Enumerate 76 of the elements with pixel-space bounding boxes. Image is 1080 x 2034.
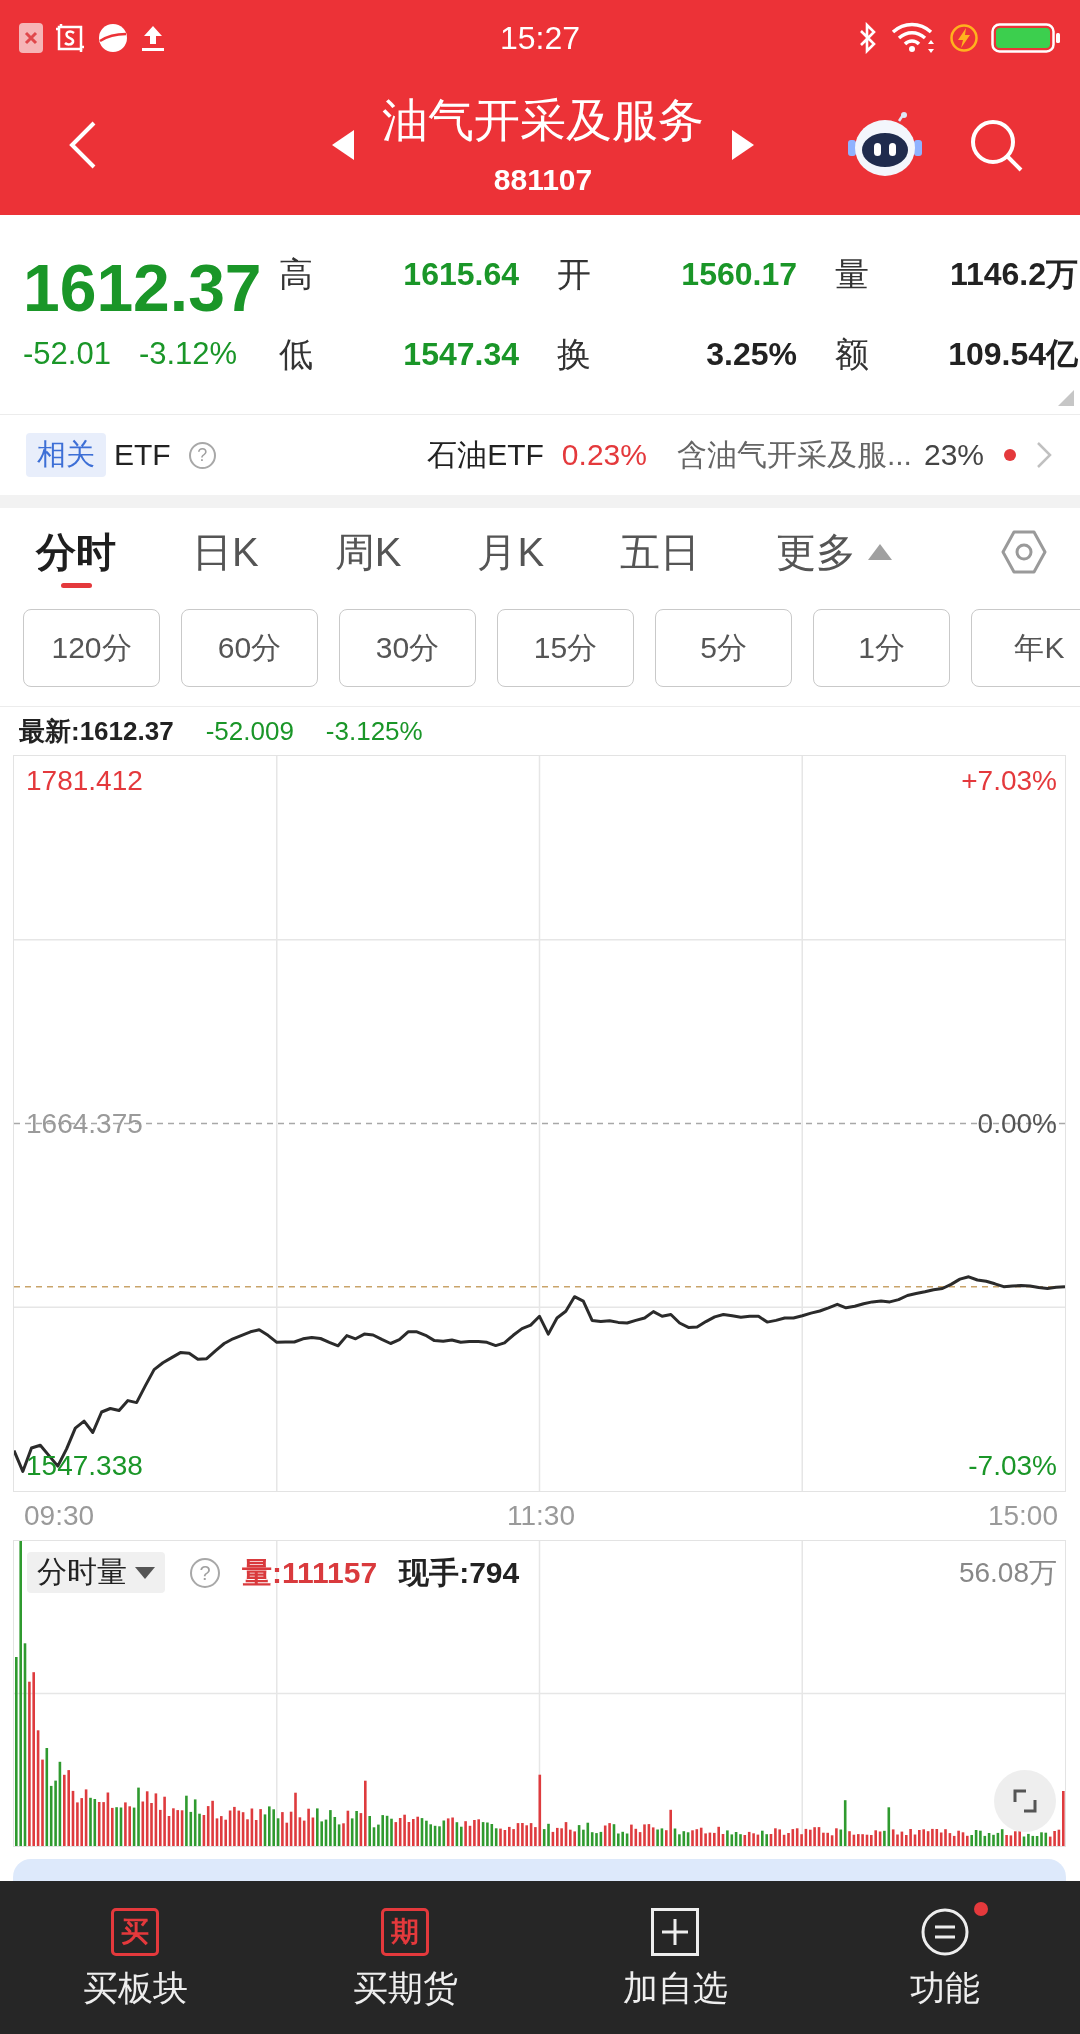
time-axis-label: 11:30 — [507, 1499, 575, 1533]
chart-tab[interactable]: 五日 — [620, 508, 701, 596]
plus-square-icon — [651, 1907, 699, 1956]
chart-tab[interactable]: 更多 — [776, 508, 893, 596]
price-change: -52.01 — [23, 335, 111, 373]
percent-axis-label: +7.03% — [961, 765, 1057, 797]
caret-up-icon — [868, 544, 893, 560]
stat-value: 3.25% — [706, 335, 797, 374]
holding-percent: 23% — [923, 437, 984, 473]
chart-tab[interactable]: 月K — [477, 508, 545, 596]
fund-change: 0.23% — [561, 437, 647, 473]
period-button[interactable]: 1分 — [813, 609, 950, 687]
fund-name[interactable]: 石油ETF — [427, 436, 544, 474]
volume-selector[interactable]: 分时量 — [27, 1552, 165, 1593]
period-button[interactable]: 5分 — [655, 609, 792, 687]
price-axis-label: 1664.375 — [26, 1107, 143, 1140]
stat-label: 换 — [557, 334, 591, 374]
stat-value: 109.54亿 — [948, 335, 1078, 374]
stat-value: 1560.17 — [681, 255, 797, 294]
period-button[interactable]: 年K — [971, 609, 1080, 687]
wifi-icon — [891, 21, 937, 54]
period-button[interactable]: 60分 — [181, 609, 318, 687]
notification-icon — [19, 22, 43, 53]
volume-value: 量:111157 — [242, 1554, 378, 1591]
percent-axis-label: -7.03% — [968, 1450, 1057, 1482]
bottom-nav-item[interactable]: 买 买板块 — [60, 1898, 210, 2017]
percent-axis-label: 0.00% — [977, 1107, 1057, 1140]
holding-text: 含油气开采及服... — [676, 437, 912, 473]
caret-down-icon — [135, 1566, 155, 1579]
last-price: 1612.37 — [23, 250, 263, 326]
chart-tab[interactable]: 日K — [192, 508, 259, 596]
character-icon: 期 — [381, 1907, 429, 1956]
hand-value: 现手:794 — [399, 1554, 520, 1591]
period-button[interactable]: 15分 — [497, 609, 634, 687]
bottom-nav-item[interactable]: 功能 — [888, 1898, 1002, 2017]
chart-tab[interactable]: 周K — [334, 508, 402, 596]
stat-value: 1146.2万 — [949, 255, 1078, 294]
search-icon[interactable] — [968, 117, 1024, 173]
latest-change: -52.009 — [205, 715, 294, 748]
bottom-nav-item[interactable]: 期 买期货 — [330, 1898, 480, 2017]
battery-icon — [991, 22, 1061, 53]
page-title: 油气开采及服务 — [382, 92, 704, 148]
menu-circle-icon — [921, 1907, 969, 1956]
related-tag: 相关 — [26, 433, 106, 477]
volume-max-label: 56.08万 — [958, 1556, 1057, 1590]
percent-change: -3.12% — [138, 335, 238, 373]
triangle-right-icon[interactable] — [732, 130, 754, 160]
chart-tab[interactable]: 分时 — [36, 508, 116, 596]
screenshot-icon — [55, 22, 85, 53]
stat-label: 额 — [835, 334, 869, 374]
settings-icon[interactable] — [1000, 528, 1048, 576]
period-button[interactable]: 30分 — [339, 609, 476, 687]
latest-percent: -3.125% — [325, 715, 423, 748]
charging-icon — [950, 23, 978, 52]
price-axis-label: 1781.412 — [26, 765, 143, 797]
latest-price: 最新:1612.37 — [19, 715, 174, 748]
robot-icon[interactable] — [847, 112, 923, 178]
character-icon: 买 — [111, 1907, 159, 1956]
stat-label: 量 — [835, 254, 869, 294]
stat-label: 开 — [557, 254, 591, 294]
expand-icon[interactable] — [994, 1770, 1056, 1832]
bottom-nav-item[interactable]: 加自选 — [600, 1898, 750, 2017]
stat-value: 1547.34 — [403, 335, 519, 374]
sector-code: 881107 — [493, 161, 593, 198]
planet-icon — [97, 21, 129, 54]
time-axis-label: 15:00 — [987, 1499, 1058, 1533]
stat-label: 高 — [279, 254, 313, 294]
period-button[interactable]: 120分 — [23, 609, 160, 687]
time-axis-label: 09:30 — [24, 1499, 95, 1533]
etf-label: ETF — [114, 437, 171, 473]
price-axis-label: 1547.338 — [26, 1450, 143, 1482]
stat-label: 低 — [279, 334, 313, 374]
bluetooth-icon — [858, 21, 878, 54]
stat-value: 1615.64 — [403, 255, 519, 294]
status-time: 15:27 — [499, 18, 581, 58]
triangle-left-icon[interactable] — [332, 130, 354, 160]
